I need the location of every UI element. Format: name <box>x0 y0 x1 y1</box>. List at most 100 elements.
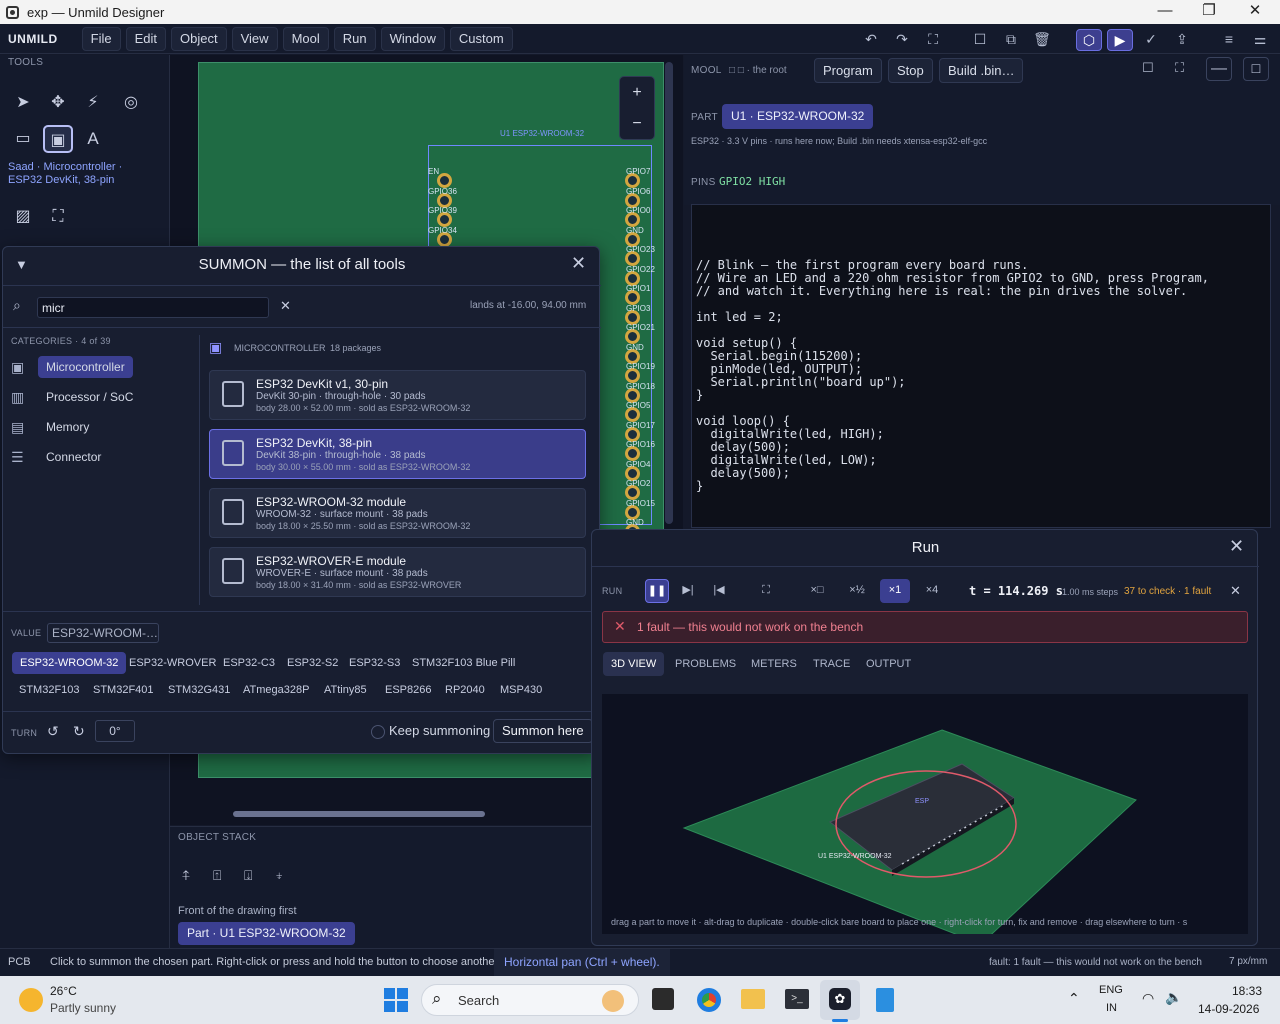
chip-option[interactable]: ESP8266 <box>377 679 439 701</box>
rotate-right-icon[interactable]: ↻ <box>73 723 85 740</box>
taskbar-search[interactable]: ⌕ Search <box>421 984 639 1016</box>
stop-button[interactable]: Stop <box>888 58 933 83</box>
step-forward-icon[interactable]: ▶| <box>676 579 700 603</box>
send-backward-icon[interactable]: ⍗ <box>244 867 252 884</box>
fullscreen-icon[interactable]: ⛶ <box>1175 60 1184 76</box>
chip-option[interactable]: RP2040 <box>437 679 493 701</box>
hamburger-menu-icon[interactable]: ≡ <box>1216 29 1242 51</box>
tab-meters[interactable]: METERS <box>743 652 805 676</box>
rewind-icon[interactable]: |◀ <box>707 579 731 603</box>
unmild-designer-icon[interactable]: ✿ <box>829 988 851 1010</box>
task-view-icon[interactable] <box>652 988 674 1010</box>
minimize-icon[interactable]: — <box>1142 0 1188 24</box>
zoom-in-icon[interactable]: + <box>620 77 654 108</box>
tab-output[interactable]: OUTPUT <box>858 652 919 676</box>
send-back-icon[interactable]: ⍖ <box>275 867 283 884</box>
tab-trace[interactable]: TRACE <box>805 652 858 676</box>
language-primary[interactable]: ENG <box>1099 984 1123 996</box>
expand-tool-icon[interactable]: ⛶ <box>43 203 73 231</box>
redo-icon[interactable]: ↷ <box>889 29 915 51</box>
pause-icon[interactable]: ❚❚ <box>645 579 669 603</box>
package-card[interactable]: ESP32 DevKit v1, 30-pin DevKit 30-pin · t… <box>209 370 586 420</box>
fullscreen-icon[interactable]: ⛶ <box>754 579 778 603</box>
menu-view[interactable]: View <box>231 26 278 51</box>
chip-option[interactable]: ESP32-S2 <box>279 652 346 674</box>
chrome-icon[interactable] <box>697 988 721 1012</box>
maximize-panel-icon[interactable]: ☐ <box>1243 57 1269 81</box>
window-frame-icon[interactable]: ☐ <box>1142 60 1154 76</box>
select-tool-icon[interactable]: ➤ <box>8 89 38 117</box>
turn-input[interactable]: 0° <box>95 720 135 742</box>
program-button[interactable]: Program <box>814 58 882 83</box>
chip-option[interactable]: ATmega328P <box>235 679 317 701</box>
language-secondary[interactable]: IN <box>1106 1002 1117 1014</box>
close-icon[interactable]: ✕ <box>1232 0 1278 24</box>
panel-settings-icon[interactable]: ⚌ <box>1247 29 1273 51</box>
chevron-up-icon[interactable]: ⌃ <box>1068 990 1080 1007</box>
chip-option[interactable]: ESP32-WROVER <box>121 652 224 674</box>
terminal-icon[interactable]: >_ <box>785 989 809 1009</box>
speed-option[interactable]: ×½ <box>843 579 871 603</box>
close-icon[interactable]: ✕ <box>571 253 586 274</box>
menu-object[interactable]: Object <box>171 26 227 51</box>
menu-mool[interactable]: Mool <box>282 26 329 51</box>
build-bin-button[interactable]: Build .bin… <box>939 58 1024 83</box>
fit-view-icon[interactable]: ⛶ <box>920 29 946 51</box>
file-explorer-icon[interactable] <box>741 989 765 1009</box>
clock-time[interactable]: 18:33 <box>1232 984 1262 998</box>
chip-option[interactable]: STM32F103 <box>11 679 88 701</box>
tab-3d-view[interactable]: 3D VIEW <box>603 652 665 676</box>
summon-here-button[interactable]: Summon here <box>493 719 593 743</box>
volume-icon[interactable]: 🔈 <box>1165 989 1182 1006</box>
maximize-icon[interactable]: ❐ <box>1186 0 1232 24</box>
zoom-out-icon[interactable]: − <box>620 108 654 139</box>
speed-option[interactable]: ×□ <box>803 579 831 603</box>
package-card[interactable]: ESP32-WROVER-E module WROVER-E · surface … <box>209 547 586 597</box>
3d-view[interactable]: ESP U1 ESP32-WROOM-32 drag a part to mov… <box>602 694 1248 934</box>
rotate-left-icon[interactable]: ↺ <box>47 723 59 740</box>
frame-icon[interactable]: ☐ <box>967 29 993 51</box>
collapse-panel-icon[interactable]: — <box>1206 57 1232 81</box>
play-icon[interactable]: ▶ <box>1107 29 1133 51</box>
group-icon[interactable]: ⧉ <box>998 29 1024 51</box>
package-card-selected[interactable]: ESP32 DevKit, 38-pin DevKit 38-pin · thro… <box>209 429 586 479</box>
close-icon[interactable]: ✕ <box>1230 583 1241 599</box>
text-tool-icon[interactable]: A <box>78 125 108 153</box>
vertical-scrollbar[interactable] <box>665 62 673 524</box>
3d-scene[interactable]: ESP U1 ESP32-WROOM-32 <box>602 694 1248 934</box>
undo-icon[interactable]: ↶ <box>858 29 884 51</box>
probe-tool-icon[interactable]: ⚡ <box>78 89 108 117</box>
menu-custom[interactable]: Custom <box>449 26 513 51</box>
chip-option[interactable]: MSP430 <box>492 679 550 701</box>
menu-edit[interactable]: Edit <box>125 26 167 51</box>
horizontal-scrollbar[interactable] <box>233 811 485 817</box>
close-icon[interactable]: ✕ <box>1229 536 1244 557</box>
wifi-icon[interactable]: ◠ <box>1142 990 1154 1007</box>
category-microcontroller[interactable]: ▣ Microcontroller <box>11 355 133 379</box>
speed-option[interactable]: ×4 <box>918 579 946 603</box>
check-icon[interactable]: ✓ <box>1138 29 1164 51</box>
chip-option[interactable]: ESP32-C3 <box>215 652 283 674</box>
notepad-icon[interactable] <box>876 988 894 1012</box>
chip-option[interactable]: STM32F103 Blue Pill <box>404 652 523 674</box>
camera-tool-icon[interactable]: ◎ <box>116 89 146 117</box>
menu-run[interactable]: Run <box>333 26 376 51</box>
menu-file[interactable]: File <box>81 26 121 51</box>
category-processor[interactable]: ▥ Processor / SoC <box>11 385 133 409</box>
keep-summoning-checkbox[interactable] <box>371 725 385 739</box>
value-field[interactable]: ESP32-WROOM-… <box>47 623 159 643</box>
chip-option[interactable]: ATtiny85 <box>316 679 375 701</box>
chip-option[interactable]: ESP32-S3 <box>341 652 408 674</box>
bring-front-icon[interactable]: ⍏ <box>182 867 190 884</box>
tab-problems[interactable]: PROBLEMS <box>667 652 744 676</box>
image-tool-icon[interactable]: ▨ <box>8 203 38 231</box>
export-icon[interactable]: ⇪ <box>1169 29 1195 51</box>
clock-date[interactable]: 14-09-2026 <box>1198 1002 1259 1016</box>
windows-start-icon[interactable] <box>384 988 408 1012</box>
clear-search-icon[interactable]: ✕ <box>280 298 291 314</box>
chip-option[interactable]: ESP32-WROOM-32 <box>12 652 127 674</box>
rectangle-tool-icon[interactable]: ▭ <box>8 125 38 153</box>
category-memory[interactable]: ▤ Memory <box>11 415 89 439</box>
code-editor[interactable]: // Blink — the first program every board… <box>691 204 1271 528</box>
move-tool-icon[interactable]: ✥ <box>43 89 73 117</box>
